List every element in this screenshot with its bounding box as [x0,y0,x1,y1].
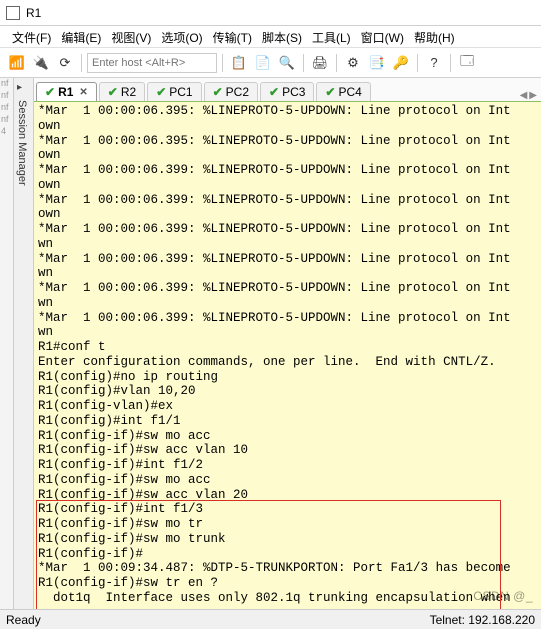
left-gutter: nf nf nf nf 4 [0,78,14,609]
separator [222,54,223,72]
menu-script[interactable]: 脚本(S) [258,28,306,45]
sidebar-label: Session Manager [16,100,28,186]
menu-edit[interactable]: 编辑(E) [57,28,105,45]
close-icon[interactable]: ✕ [79,87,87,98]
reconnect-icon[interactable]: ⟳ [54,52,76,74]
check-icon: ✔ [213,85,223,99]
gutter-line: 4 [0,126,13,138]
gutter-line: nf [0,78,13,90]
tab-pc2[interactable]: ✔ PC2 [204,82,258,101]
tab-right-icon[interactable]: ▶ [529,90,537,101]
check-icon: ✔ [45,85,55,99]
status-right: Telnet: 192.168.220 [430,613,535,627]
log-icon[interactable]: 📑 [366,52,388,74]
menu-transfer[interactable]: 传输(T) [209,28,256,45]
tab-nav-arrows: ◀ ▶ [520,90,541,101]
disconnect-icon[interactable]: 🔌 [30,52,52,74]
workarea: nf nf nf nf 4 ▸ Session Manager ✔ R1 ✕ ✔… [0,78,541,609]
separator [81,54,82,72]
highlight-box [36,500,501,609]
separator [336,54,337,72]
menu-help[interactable]: 帮助(H) [410,28,459,45]
tab-label: R2 [121,85,136,99]
tab-label: PC1 [169,85,192,99]
gutter-line: nf [0,114,13,126]
tab-r1[interactable]: ✔ R1 ✕ [36,82,97,101]
tab-left-icon[interactable]: ◀ [520,90,528,101]
tabbar: ✔ R1 ✕ ✔ R2 ✔ PC1 ✔ PC2 ✔ PC3 ✔ PC [34,78,541,102]
gutter-line: nf [0,90,13,102]
gutter-line: nf [0,102,13,114]
connect-icon[interactable]: 📶 [6,52,28,74]
menu-window[interactable]: 窗口(W) [357,28,408,45]
tab-label: R1 [58,85,73,99]
check-icon: ✔ [269,85,279,99]
check-icon: ✔ [325,85,335,99]
find-icon[interactable]: 🔍 [276,52,298,74]
statusbar: Ready Telnet: 192.168.220 [0,609,541,629]
key-icon[interactable]: 🔑 [390,52,412,74]
window-title: R1 [26,6,41,20]
menu-file[interactable]: 文件(F) [8,28,55,45]
titlebar: R1 [0,0,541,26]
sidebar-toggle-icon[interactable]: ▸ [17,82,22,93]
separator [303,54,304,72]
tab-pc4[interactable]: ✔ PC4 [316,82,370,101]
app-icon [6,6,20,20]
tab-pc1[interactable]: ✔ PC1 [147,82,201,101]
watermark: CSDN @_ [473,589,533,603]
tab-label: PC2 [226,85,249,99]
host-input[interactable] [87,53,217,73]
menu-view[interactable]: 视图(V) [107,28,155,45]
new-window-icon[interactable]: 🗔 [456,52,478,74]
menu-options[interactable]: 选项(O) [157,28,206,45]
main-stage: ✔ R1 ✕ ✔ R2 ✔ PC1 ✔ PC2 ✔ PC3 ✔ PC [34,78,541,609]
tab-label: PC3 [282,85,305,99]
check-icon: ✔ [108,85,118,99]
tab-pc3[interactable]: ✔ PC3 [260,82,314,101]
menubar: 文件(F) 编辑(E) 视图(V) 选项(O) 传输(T) 脚本(S) 工具(L… [0,26,541,48]
copy-icon[interactable]: 📋 [228,52,250,74]
tab-label: PC4 [338,85,361,99]
print-icon[interactable]: 🖨 [309,52,331,74]
terminal[interactable]: *Mar 1 00:00:06.395: %LINEPROTO-5-UPDOWN… [34,102,541,609]
paste-icon[interactable]: 📄 [252,52,274,74]
settings-icon[interactable]: ⚙ [342,52,364,74]
tab-r2[interactable]: ✔ R2 [99,82,145,101]
check-icon: ✔ [156,85,166,99]
sidebar[interactable]: ▸ Session Manager [14,78,34,609]
toolbar: 📶 🔌 ⟳ 📋 📄 🔍 🖨 ⚙ 📑 🔑 ? 🗔 [0,48,541,78]
separator [417,54,418,72]
menu-tools[interactable]: 工具(L) [308,28,355,45]
status-left: Ready [6,613,41,627]
help-icon[interactable]: ? [423,52,445,74]
separator [450,54,451,72]
